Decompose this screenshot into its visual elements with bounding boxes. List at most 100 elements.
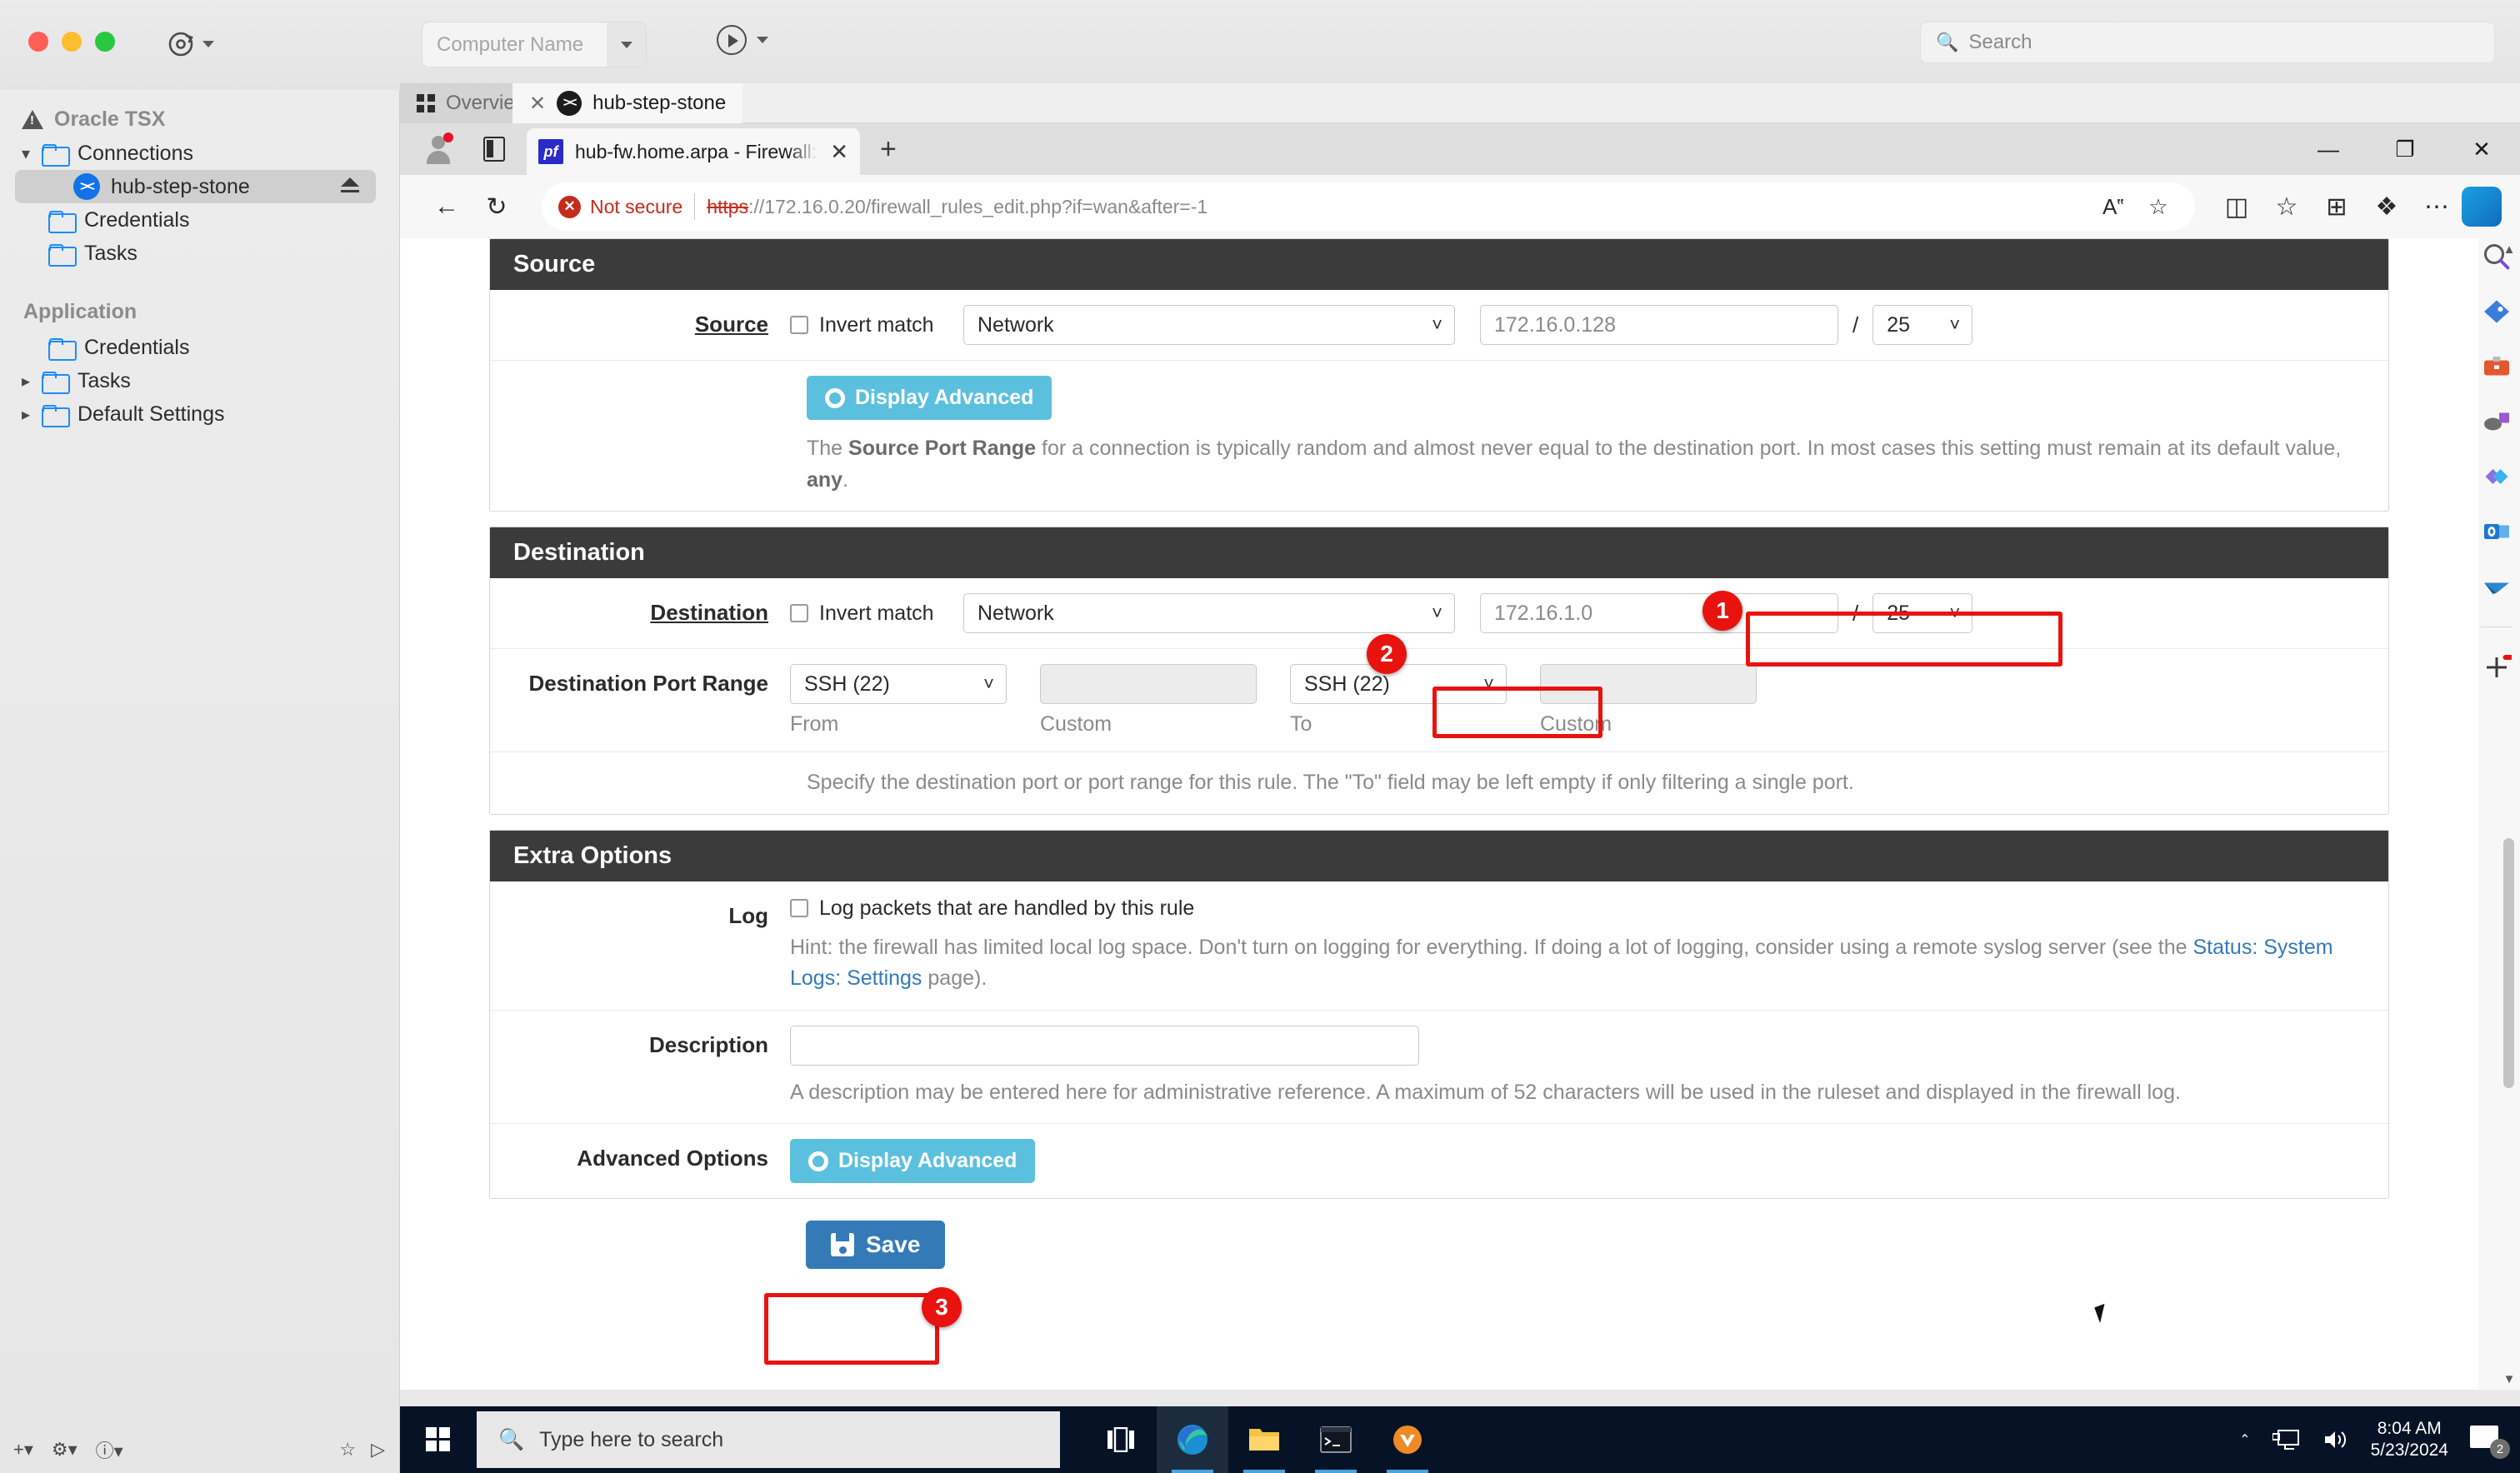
advanced-display-advanced-button[interactable]: Display Advanced bbox=[790, 1139, 1035, 1183]
address-bar[interactable]: ✕ Not secure https://172.16.0.20/firewal… bbox=[542, 182, 2195, 231]
taskbar-search-box[interactable]: 🔍 Type here to search bbox=[477, 1411, 1060, 1468]
sidebar-root-oracle-tsx[interactable]: Oracle TSX bbox=[0, 102, 399, 137]
tab-hub-step-stone[interactable]: ✕ >< hub-step-stone bbox=[512, 83, 742, 123]
maximize-window-button[interactable] bbox=[95, 32, 115, 52]
help-button[interactable]: ⓘ▾ bbox=[96, 1436, 123, 1463]
destination-label[interactable]: Destination bbox=[490, 593, 790, 626]
show-hidden-icons-icon[interactable]: ⌃ bbox=[2239, 1431, 2250, 1448]
destination-type-select[interactable]: Network ˅ bbox=[963, 593, 1455, 633]
taskbar-clock[interactable]: 8:04 AM 5/23/2024 bbox=[2371, 1418, 2448, 1462]
chevron-down-icon[interactable]: ▾ bbox=[22, 143, 40, 164]
minimize-window-button[interactable] bbox=[62, 32, 82, 52]
maximize-button[interactable]: ❐ bbox=[2367, 123, 2443, 175]
source-label[interactable]: Source bbox=[490, 305, 790, 337]
sidebar-item-app-credentials[interactable]: Credentials bbox=[0, 331, 399, 364]
destination-port-from-select[interactable]: SSH (22) ˅ bbox=[790, 664, 1007, 704]
log-packets-checkbox[interactable] bbox=[790, 899, 808, 917]
outlook-icon[interactable] bbox=[2482, 517, 2512, 547]
sidebar-item-default-settings[interactable]: ▸ Default Settings bbox=[0, 397, 399, 431]
sidebar-item-connections[interactable]: ▾ Connections bbox=[0, 137, 399, 170]
file-explorer-icon[interactable] bbox=[1228, 1406, 1300, 1473]
add-item-button[interactable]: +▾ bbox=[13, 1439, 33, 1461]
chevron-right-icon[interactable]: ▸ bbox=[22, 404, 40, 425]
sidebar-item-tasks[interactable]: Tasks bbox=[0, 237, 399, 270]
edge-browser-window: pf hub-fw.home.arpa - Firewall: Rule ✕ +… bbox=[400, 123, 2520, 1390]
mac-search-field[interactable]: 🔍 Search bbox=[1920, 22, 2495, 63]
send-icon[interactable] bbox=[2482, 572, 2512, 602]
source-type-select[interactable]: Network ˅ bbox=[963, 305, 1455, 345]
new-tab-button[interactable]: + bbox=[880, 133, 897, 166]
add-icon[interactable] bbox=[2482, 652, 2512, 682]
profile-avatar-icon[interactable] bbox=[422, 132, 455, 166]
sidebar-item-hub-step-stone[interactable]: >< hub-step-stone bbox=[15, 170, 376, 203]
reconnect-toolbar-button[interactable] bbox=[167, 30, 214, 58]
close-tab-icon[interactable]: ✕ bbox=[830, 139, 848, 165]
split-screen-icon[interactable]: ◫ bbox=[2212, 182, 2262, 232]
connect-controls[interactable] bbox=[717, 25, 768, 55]
browser-tab[interactable]: pf hub-fw.home.arpa - Firewall: Rule ✕ bbox=[527, 128, 860, 175]
chevron-down-icon[interactable] bbox=[757, 37, 768, 43]
description-input[interactable] bbox=[790, 1026, 1419, 1066]
volume-icon[interactable] bbox=[2322, 1428, 2349, 1451]
minimize-button[interactable]: — bbox=[2290, 123, 2367, 175]
destination-mask-select[interactable]: 25 ˅ bbox=[1872, 593, 1972, 633]
task-view-icon[interactable] bbox=[1085, 1406, 1157, 1473]
log-packets-checkbox-group[interactable]: Log packets that are handled by this rul… bbox=[790, 896, 1194, 921]
eject-icon[interactable] bbox=[341, 177, 359, 187]
notifications-button[interactable]: 2 bbox=[2470, 1426, 2503, 1454]
edge-icon[interactable] bbox=[1157, 1406, 1228, 1473]
tag-icon[interactable] bbox=[2482, 297, 2512, 327]
terminal-icon[interactable] bbox=[1300, 1406, 1372, 1473]
computer-name-combobox[interactable]: Computer Name bbox=[422, 22, 647, 67]
destination-port-from-custom-input[interactable] bbox=[1040, 664, 1257, 704]
network-icon[interactable] bbox=[2272, 1428, 2301, 1451]
games-icon[interactable] bbox=[2482, 407, 2512, 437]
copilot-icon[interactable] bbox=[2462, 187, 2502, 227]
settings-more-icon[interactable]: ⋯ bbox=[2412, 182, 2462, 232]
settings-button[interactable]: ⚙▾ bbox=[52, 1439, 78, 1461]
destination-invert-checkbox[interactable] bbox=[790, 604, 808, 622]
source-display-advanced-button[interactable]: Display Advanced bbox=[807, 376, 1052, 420]
chevron-right-icon[interactable]: ▸ bbox=[22, 371, 40, 392]
tools-icon[interactable] bbox=[2482, 352, 2512, 382]
play-small-icon[interactable]: ▷ bbox=[371, 1439, 385, 1461]
read-aloud-icon[interactable]: A‟ bbox=[2093, 187, 2133, 227]
app-icon[interactable] bbox=[1372, 1406, 1443, 1473]
destination-address-input[interactable]: 172.16.1.0 bbox=[1480, 593, 1838, 633]
source-mask-select[interactable]: 25 ˅ bbox=[1872, 305, 1972, 345]
source-invert-label: Invert match bbox=[819, 313, 934, 337]
computer-name-input[interactable]: Computer Name bbox=[422, 33, 607, 57]
source-invert-checkbox[interactable] bbox=[790, 316, 808, 334]
browser-essentials-icon[interactable]: ❖ bbox=[2362, 182, 2412, 232]
sidebar-item-app-tasks[interactable]: ▸ Tasks bbox=[0, 364, 399, 397]
back-icon[interactable]: ← bbox=[422, 182, 472, 232]
play-icon[interactable] bbox=[717, 25, 747, 55]
source-address-input[interactable]: 172.16.0.128 bbox=[1480, 305, 1838, 345]
destination-invert-match[interactable]: Invert match bbox=[790, 602, 957, 626]
port-to-custom-group: Custom bbox=[1540, 664, 1757, 736]
extra-options-heading: Extra Options bbox=[490, 831, 2388, 881]
destination-port-to-custom-input[interactable] bbox=[1540, 664, 1757, 704]
favorites-icon[interactable]: ☆ bbox=[2262, 182, 2312, 232]
close-button[interactable]: ✕ bbox=[2443, 123, 2520, 175]
source-invert-match[interactable]: Invert match bbox=[790, 313, 957, 337]
start-button[interactable] bbox=[400, 1406, 477, 1473]
computer-name-dropdown-button[interactable] bbox=[607, 22, 646, 67]
tab-actions-icon[interactable] bbox=[483, 137, 505, 162]
sidebar-item-credentials[interactable]: Credentials bbox=[0, 203, 399, 237]
close-icon[interactable]: ✕ bbox=[529, 92, 546, 116]
window-traffic-lights[interactable] bbox=[28, 32, 115, 52]
tab-overview[interactable]: Overview bbox=[400, 83, 512, 123]
url-text[interactable]: https://172.16.0.20/firewall_rules_edit.… bbox=[707, 196, 1208, 218]
office-icon[interactable] bbox=[2482, 462, 2512, 492]
refresh-icon[interactable]: ↻ bbox=[472, 182, 522, 232]
favorite-star-icon[interactable]: ☆ bbox=[339, 1439, 356, 1461]
collections-icon[interactable]: ⊞ bbox=[2312, 182, 2362, 232]
search-icon[interactable] bbox=[2482, 242, 2512, 272]
description-row: Description A description may be entered… bbox=[490, 1011, 2388, 1125]
close-window-button[interactable] bbox=[28, 32, 48, 52]
favorite-star-icon[interactable]: ☆ bbox=[2138, 187, 2178, 227]
security-status[interactable]: ✕ Not secure bbox=[558, 196, 682, 218]
sidebar-root-label: Oracle TSX bbox=[54, 107, 165, 132]
save-button[interactable]: Save bbox=[806, 1221, 945, 1269]
